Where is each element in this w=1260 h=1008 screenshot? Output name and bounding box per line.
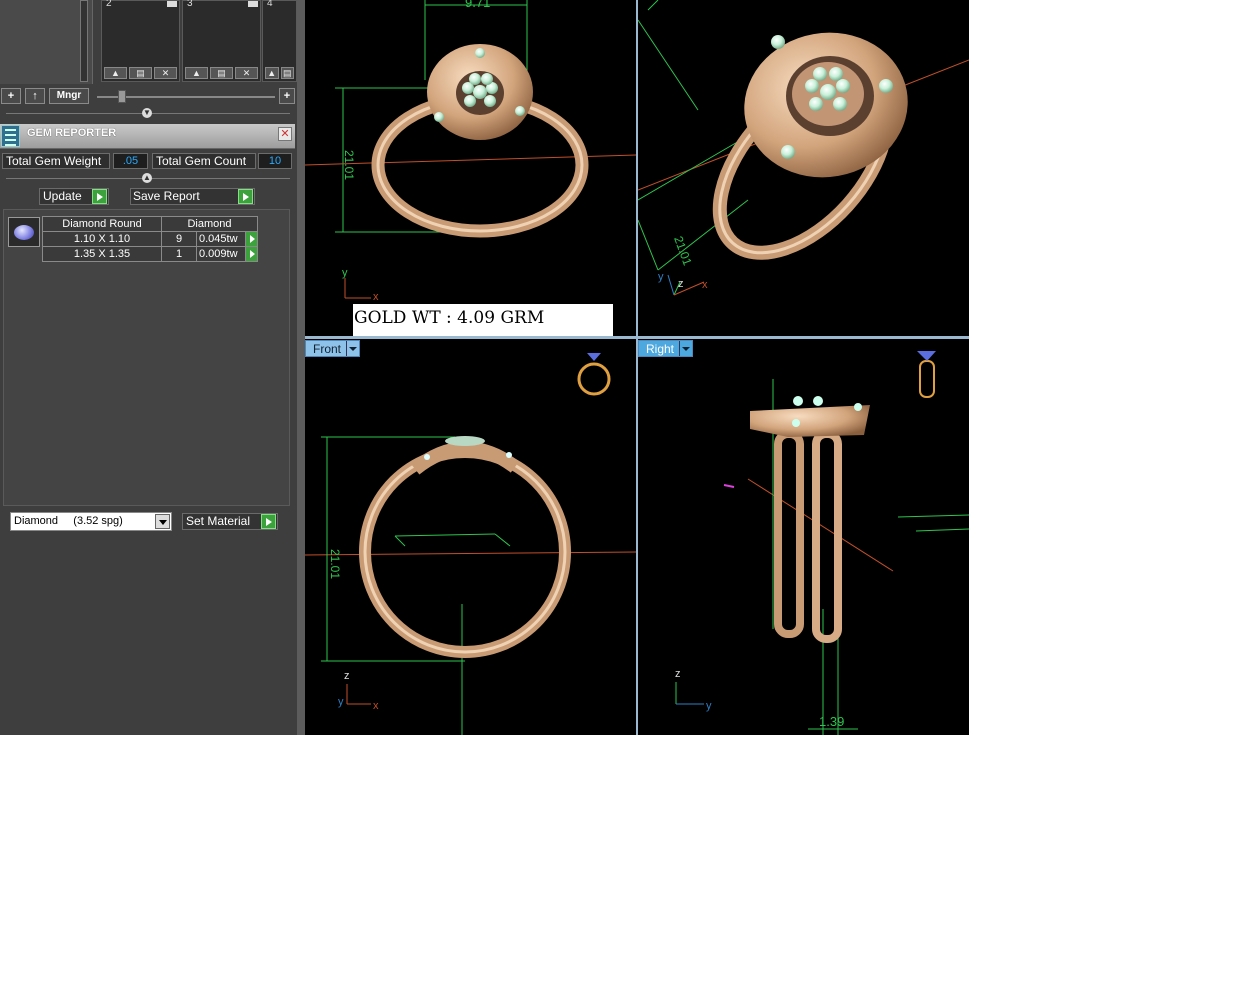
ring-orientation-icon <box>577 353 611 396</box>
total-gem-count-label: Total Gem Count <box>152 153 256 169</box>
gem-weight: 0.045tw <box>196 231 246 247</box>
chevron-down-icon[interactable] <box>155 514 170 529</box>
axis-label: y <box>658 271 664 283</box>
viewport-perspective[interactable]: 21.01 y z x <box>638 0 969 336</box>
save-report-button[interactable]: Save Report <box>130 188 255 205</box>
viewport-right[interactable]: Right 1.39 z y <box>638 339 969 735</box>
gem-size: 1.35 X 1.35 <box>42 246 162 262</box>
update-label: Update <box>43 189 82 203</box>
arrow-up-icon[interactable]: ↑ <box>25 88 45 104</box>
slot-number: 4 <box>267 0 273 9</box>
tab-right[interactable]: Right <box>638 340 693 357</box>
report-icon <box>1 125 20 147</box>
thumbnail-slot[interactable]: 2 ▲ ▤ ✕ <box>101 0 180 82</box>
viewport-top[interactable]: 9.71 21.01 y x <box>305 0 636 336</box>
row-go-icon[interactable] <box>245 246 258 262</box>
set-material-go-icon[interactable] <box>261 514 276 529</box>
ring-perspective-view: 21.01 y z x <box>638 0 969 296</box>
dimension-width: 9.71 <box>465 0 490 10</box>
save-report-go-icon[interactable] <box>238 189 253 204</box>
manager-button[interactable]: Mngr <box>49 88 89 104</box>
collapse-bar[interactable]: ▲ <box>6 173 290 184</box>
panel-title: GEM REPORTER <box>27 127 117 139</box>
slots-toolbar: + ↑ Mngr + <box>0 86 297 106</box>
slot-move-up-icon[interactable]: ▲ <box>185 67 208 79</box>
slot-delete-icon[interactable]: ✕ <box>154 67 177 79</box>
slot-number: 2 <box>106 0 112 9</box>
gem-size: 1.10 X 1.10 <box>42 231 162 247</box>
gem-reporter-header: GEM REPORTER ✕ <box>0 124 295 149</box>
gem-round-icon <box>8 217 40 247</box>
view-tab-label: Right <box>646 342 675 356</box>
axis-label: y <box>338 696 344 708</box>
dimension-label: 1.39 <box>819 714 844 729</box>
material-select[interactable]: Diamond (3.52 spg) <box>10 512 172 531</box>
scroll-area <box>0 0 93 84</box>
vertical-scrollbar[interactable] <box>80 0 88 82</box>
slot-move-up-icon[interactable]: ▲ <box>265 67 279 79</box>
update-go-icon[interactable] <box>92 189 107 204</box>
slot-corner-icon[interactable] <box>248 1 258 7</box>
ring-front-view: 21.01 z y x <box>305 353 636 735</box>
set-material-label: Set Material <box>186 514 251 528</box>
axis-label: y <box>706 700 712 712</box>
chevron-up-icon[interactable]: ▲ <box>142 173 152 183</box>
axis-label: z <box>675 668 681 680</box>
chevron-down-icon[interactable] <box>346 341 359 356</box>
axis-label: z <box>678 278 684 290</box>
material-value: Diamond (3.52 spg) <box>14 515 123 527</box>
slot-number: 3 <box>187 0 193 9</box>
slot-move-up-icon[interactable]: ▲ <box>104 67 127 79</box>
axis-label: y <box>342 267 348 279</box>
ring-right-view: 1.39 z y <box>675 351 969 735</box>
thumbnail-slot[interactable]: 3 ▲ ▤ ✕ <box>182 0 261 82</box>
gem-table: Diamond Round Diamond 1.10 X 1.10 9 0.04… <box>42 216 258 262</box>
gem-weight: 0.009tw <box>196 246 246 262</box>
gem-report-list: Diamond Round Diamond 1.10 X 1.10 9 0.04… <box>3 209 290 506</box>
row-go-icon[interactable] <box>245 231 258 247</box>
add-slot-icon[interactable]: + <box>279 88 295 104</box>
viewport-front[interactable]: Front 21.01 z y x <box>305 339 636 735</box>
slot-save-icon[interactable]: ▤ <box>210 67 233 79</box>
axis-label: z <box>344 670 350 682</box>
slot-corner-icon[interactable] <box>167 1 177 7</box>
slot-delete-icon[interactable]: ✕ <box>235 67 258 79</box>
gem-qty: 9 <box>161 231 197 247</box>
add-icon[interactable]: + <box>1 88 21 104</box>
axis-label: x <box>702 279 708 291</box>
table-row[interactable]: 1.10 X 1.10 9 0.045tw <box>42 231 258 247</box>
total-gem-weight-label: Total Gem Weight <box>2 153 110 169</box>
axis-label: x <box>373 700 379 712</box>
dimension-height: 21.01 <box>328 549 342 579</box>
column-header-material: Diamond <box>161 216 258 232</box>
save-report-label: Save Report <box>133 189 200 203</box>
chevron-down-icon[interactable]: ▼ <box>142 108 152 118</box>
thumbnail-slot[interactable]: 4 ▲ ▤ <box>262 0 297 82</box>
table-row[interactable]: 1.35 X 1.35 1 0.009tw <box>42 246 258 262</box>
ring-top-view: 9.71 21.01 y x <box>305 0 636 303</box>
view-tab-label: Front <box>313 342 342 356</box>
column-header-shape: Diamond Round <box>42 216 162 232</box>
chevron-down-icon[interactable] <box>679 341 692 356</box>
collapse-bar[interactable]: ▼ <box>6 108 290 119</box>
total-gem-count-value: 10 <box>258 153 292 169</box>
dimension-label: 21.01 <box>671 234 695 267</box>
slot-save-icon[interactable]: ▤ <box>280 67 294 79</box>
zoom-slider-thumb[interactable] <box>118 90 126 103</box>
slot-save-icon[interactable]: ▤ <box>129 67 152 79</box>
gem-qty: 1 <box>161 246 197 262</box>
dimension-height: 21.01 <box>342 150 356 180</box>
gold-weight-label: GOLD WT : 4.09 GRM <box>353 304 613 336</box>
ring-orientation-icon <box>917 351 936 398</box>
axis-label: x <box>373 291 379 303</box>
left-panel: 2 ▲ ▤ ✕ 3 ▲ ▤ ✕ 4 ▲ ▤ + ↑ Mngr + ▼ GEM R… <box>0 0 297 735</box>
panel-splitter[interactable] <box>297 0 305 735</box>
total-gem-weight-value: .05 <box>113 153 148 169</box>
close-icon[interactable]: ✕ <box>278 127 292 141</box>
tab-front[interactable]: Front <box>305 340 360 357</box>
